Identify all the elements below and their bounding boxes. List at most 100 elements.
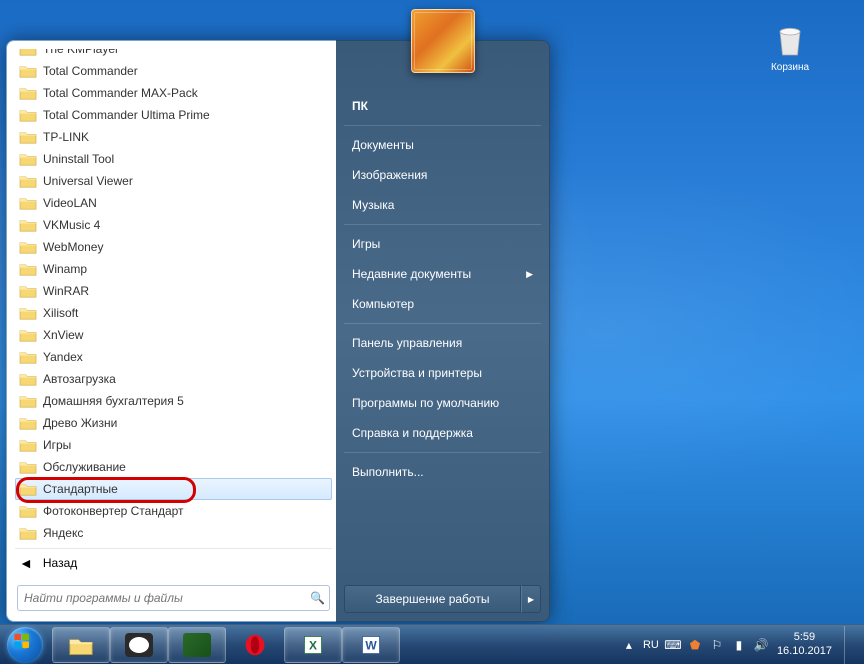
right-menu-item[interactable]: Панель управления <box>336 328 549 358</box>
tray-clock[interactable]: 5:59 16.10.2017 <box>777 631 832 657</box>
folder-icon <box>19 415 37 431</box>
taskbar-explorer[interactable] <box>52 627 110 663</box>
program-folder-item[interactable]: Yandex <box>15 346 332 368</box>
recycle-bin-label: Корзина <box>771 62 809 73</box>
word-icon: W <box>357 633 385 657</box>
tray-network-icon[interactable]: ▮ <box>731 637 747 653</box>
program-folder-item[interactable]: Total Commander Ultima Prime <box>15 104 332 126</box>
program-folder-item[interactable]: WebMoney <box>15 236 332 258</box>
program-folder-item[interactable]: Total Commander MAX-Pack <box>15 82 332 104</box>
right-menu-label: Игры <box>352 237 380 251</box>
program-folder-label: Total Commander MAX-Pack <box>43 86 198 100</box>
tray-keyboard-icon[interactable]: ⌨ <box>665 637 681 653</box>
windows-logo-icon <box>7 627 43 663</box>
program-folder-label: Древо Жизни <box>43 416 117 430</box>
show-desktop-button[interactable] <box>844 626 854 664</box>
program-folder-label: VKMusic 4 <box>43 218 100 232</box>
program-folder-item[interactable]: Домашняя бухгалтерия 5 <box>15 390 332 412</box>
shutdown-options-button[interactable]: ▶ <box>521 585 541 613</box>
program-folder-item[interactable]: The KMPlayer <box>15 49 332 60</box>
program-folder-item[interactable]: WinRAR <box>15 280 332 302</box>
program-folder-item[interactable]: VKMusic 4 <box>15 214 332 236</box>
taskbar: X W ▴ RU ⌨ ⬟ ⚐ ▮ 🔊 5:59 16.10.2017 <box>0 624 864 664</box>
folder-icon <box>19 503 37 519</box>
program-folder-label: Uninstall Tool <box>43 152 114 166</box>
folder-icon <box>19 129 37 145</box>
program-folder-label: XnView <box>43 328 83 342</box>
search-box[interactable]: 🔍 <box>17 585 330 611</box>
folder-icon <box>19 525 37 541</box>
back-arrow-icon: ◄ <box>19 555 33 571</box>
tray-show-hidden-icon[interactable]: ▴ <box>621 637 637 653</box>
program-folder-item[interactable]: Total Commander <box>15 60 332 82</box>
program-folder-item[interactable]: Стандартные <box>15 478 332 500</box>
folder-icon <box>19 459 37 475</box>
program-folder-item[interactable]: TP-LINK <box>15 126 332 148</box>
folder-icon <box>19 305 37 321</box>
right-menu-label: Компьютер <box>352 297 414 311</box>
tray-volume-icon[interactable]: 🔊 <box>753 637 769 653</box>
program-folder-label: TP-LINK <box>43 130 89 144</box>
right-menu-item[interactable]: Справка и поддержка <box>336 418 549 448</box>
panda-icon <box>125 633 153 657</box>
recycle-bin[interactable]: Корзина <box>766 20 814 76</box>
right-menu-item[interactable]: Музыка <box>336 190 549 220</box>
menu-separator <box>344 224 541 225</box>
right-menu-label: Изображения <box>352 168 427 182</box>
program-folder-item[interactable]: Обслуживание <box>15 456 332 478</box>
opera-icon <box>241 633 269 657</box>
taskbar-opera[interactable] <box>226 627 284 663</box>
folder-icon <box>19 239 37 255</box>
program-folder-item[interactable]: Игры <box>15 434 332 456</box>
program-folder-label: Обслуживание <box>43 460 126 474</box>
start-button[interactable] <box>4 627 46 663</box>
folder-icon <box>19 349 37 365</box>
right-menu-label: Музыка <box>352 198 394 212</box>
right-menu-item[interactable]: Выполнить... <box>336 457 549 487</box>
program-folder-item[interactable]: Автозагрузка <box>15 368 332 390</box>
right-menu-item[interactable]: Компьютер <box>336 289 549 319</box>
right-menu-item[interactable]: Документы <box>336 130 549 160</box>
right-menu-item[interactable]: Изображения <box>336 160 549 190</box>
taskbar-word[interactable]: W <box>342 627 400 663</box>
program-folder-item[interactable]: VideoLAN <box>15 192 332 214</box>
back-button[interactable]: ◄ Назад <box>15 548 332 577</box>
right-menu-item[interactable]: ПК <box>336 91 549 121</box>
search-input[interactable] <box>22 588 310 608</box>
shutdown-button[interactable]: Завершение работы <box>344 585 521 613</box>
tray-shield-icon[interactable]: ⬟ <box>687 637 703 653</box>
tray-language[interactable]: RU <box>643 637 659 653</box>
right-menu-item[interactable]: Программы по умолчанию <box>336 388 549 418</box>
program-folder-item[interactable]: XnView <box>15 324 332 346</box>
right-menu-item[interactable]: Недавние документы▶ <box>336 259 549 289</box>
folder-icon <box>19 85 37 101</box>
program-folder-item[interactable]: Xilisoft <box>15 302 332 324</box>
svg-text:X: X <box>309 638 317 652</box>
program-folder-item[interactable]: Яндекс <box>15 522 332 544</box>
start-menu-right-pane: ПК Документы Изображения Музыка Игры Недавние… <box>336 40 550 622</box>
program-folder-label: WinRAR <box>43 284 89 298</box>
programs-list[interactable]: The KMPlayerTotal Commander Total Command… <box>15 49 332 544</box>
program-folder-item[interactable]: Winamp <box>15 258 332 280</box>
folder-icon <box>19 393 37 409</box>
right-menu-item[interactable]: Устройства и принтеры <box>336 358 549 388</box>
program-folder-label: WebMoney <box>43 240 103 254</box>
taskbar-pinned-apps: X W <box>52 627 400 663</box>
taskbar-app-utility[interactable] <box>168 627 226 663</box>
taskbar-app-panda[interactable] <box>110 627 168 663</box>
program-folder-item[interactable]: Фотоконвертер Стандарт <box>15 500 332 522</box>
folder-icon <box>19 49 37 57</box>
right-menu-item[interactable]: Игры <box>336 229 549 259</box>
program-folder-label: Yandex <box>43 350 83 364</box>
user-avatar[interactable] <box>411 9 475 73</box>
program-folder-item[interactable]: Древо Жизни <box>15 412 332 434</box>
tray-flag-icon[interactable]: ⚐ <box>709 637 725 653</box>
program-folder-label: Xilisoft <box>43 306 78 320</box>
folder-icon <box>19 217 37 233</box>
program-folder-item[interactable]: Universal Viewer <box>15 170 332 192</box>
taskbar-excel[interactable]: X <box>284 627 342 663</box>
program-folder-label: Фотоконвертер Стандарт <box>43 504 184 518</box>
utility-icon <box>183 633 211 657</box>
program-folder-item[interactable]: Uninstall Tool <box>15 148 332 170</box>
shutdown-row: Завершение работы ▶ <box>344 585 541 613</box>
